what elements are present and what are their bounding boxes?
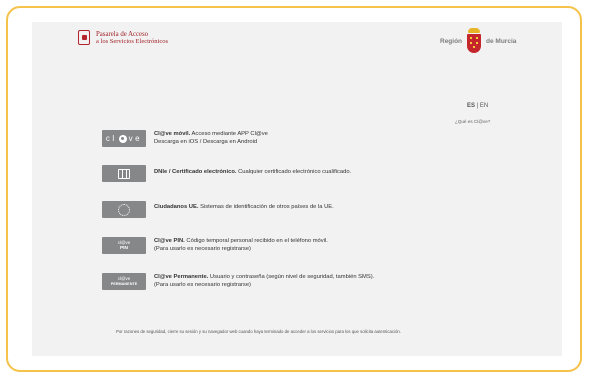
clave-movil-button[interactable]: cl ve bbox=[102, 130, 146, 147]
method-desc: Cualquier certificado electrónico cualif… bbox=[236, 169, 352, 175]
lang-es[interactable]: ES bbox=[467, 103, 475, 109]
method-ciudadanos-ue: Ciudadanos UE. Sistemas de identificació… bbox=[102, 201, 334, 218]
download-links[interactable]: Descarga en iOS / Descarga en Android bbox=[154, 139, 257, 145]
method-title[interactable]: Cl@ve Permanente. bbox=[154, 274, 208, 280]
method-note: (Para usarlo es necesario registrarse) bbox=[154, 282, 251, 288]
method-note: (Para usarlo es necesario registrarse) bbox=[154, 246, 251, 252]
brand-line1: Pasarela de Acceso bbox=[96, 30, 149, 38]
lang-en[interactable]: EN bbox=[480, 103, 488, 109]
clave-pin-logo: cl@ve PIN bbox=[117, 239, 131, 252]
region-text-right: de Murcia bbox=[486, 37, 517, 45]
method-clave-pin: cl@ve PIN Cl@ve PIN. Código temporal pers… bbox=[102, 237, 328, 254]
id-card-icon bbox=[118, 168, 130, 179]
eu-stars-icon bbox=[118, 203, 130, 216]
clave-logo-icon: cl ve bbox=[105, 134, 143, 143]
region-murcia-logo[interactable]: Región de Murcia bbox=[440, 28, 516, 54]
method-clave-permanente: cl@ve PERMANENTE Cl@ve Permanente. Usuari… bbox=[102, 273, 374, 290]
pasarela-logo[interactable]: Pasarela de Acceso a los Servicios Elect… bbox=[78, 30, 168, 45]
method-title[interactable]: Ciudadanos UE. bbox=[154, 204, 198, 210]
login-panel: Pasarela de Acceso a los Servicios Elect… bbox=[32, 22, 562, 356]
method-desc: Usuario y contraseña (según nivel de seg… bbox=[208, 274, 375, 280]
crest-icon bbox=[466, 28, 482, 54]
method-title[interactable]: Cl@ve móvil. bbox=[154, 131, 190, 137]
method-dnie: DNIe / Certificado electrónico. Cualquie… bbox=[102, 165, 351, 182]
eidas-button[interactable] bbox=[102, 201, 146, 218]
method-clave-movil: cl ve Cl@ve móvil. Acceso mediante APP Cl… bbox=[102, 130, 268, 147]
whatis-clave-link[interactable]: ¿Qué es Cl@ve? bbox=[455, 119, 490, 124]
lock-icon bbox=[78, 30, 90, 45]
method-title[interactable]: DNIe / Certificado electrónico. bbox=[154, 169, 236, 175]
clave-pin-button[interactable]: cl@ve PIN bbox=[102, 237, 146, 254]
dnie-button[interactable] bbox=[102, 165, 146, 182]
security-footer-note: Por razones de seguridad, cierre su sesi… bbox=[116, 329, 401, 334]
clave-permanente-button[interactable]: cl@ve PERMANENTE bbox=[102, 273, 146, 290]
brand-line2: a los Servicios Electrónicos bbox=[96, 37, 169, 45]
method-desc: Sistemas de identificación de otros país… bbox=[198, 204, 334, 210]
method-desc: Acceso mediante APP Cl@ve bbox=[190, 131, 268, 137]
language-switch: ES | EN bbox=[467, 103, 488, 109]
method-desc: Código temporal personal recibido en el … bbox=[184, 238, 328, 244]
clave-permanente-logo: cl@ve PERMANENTE bbox=[110, 275, 138, 287]
region-text-left: Región bbox=[440, 37, 463, 45]
method-title[interactable]: Cl@ve PIN. bbox=[154, 238, 185, 244]
